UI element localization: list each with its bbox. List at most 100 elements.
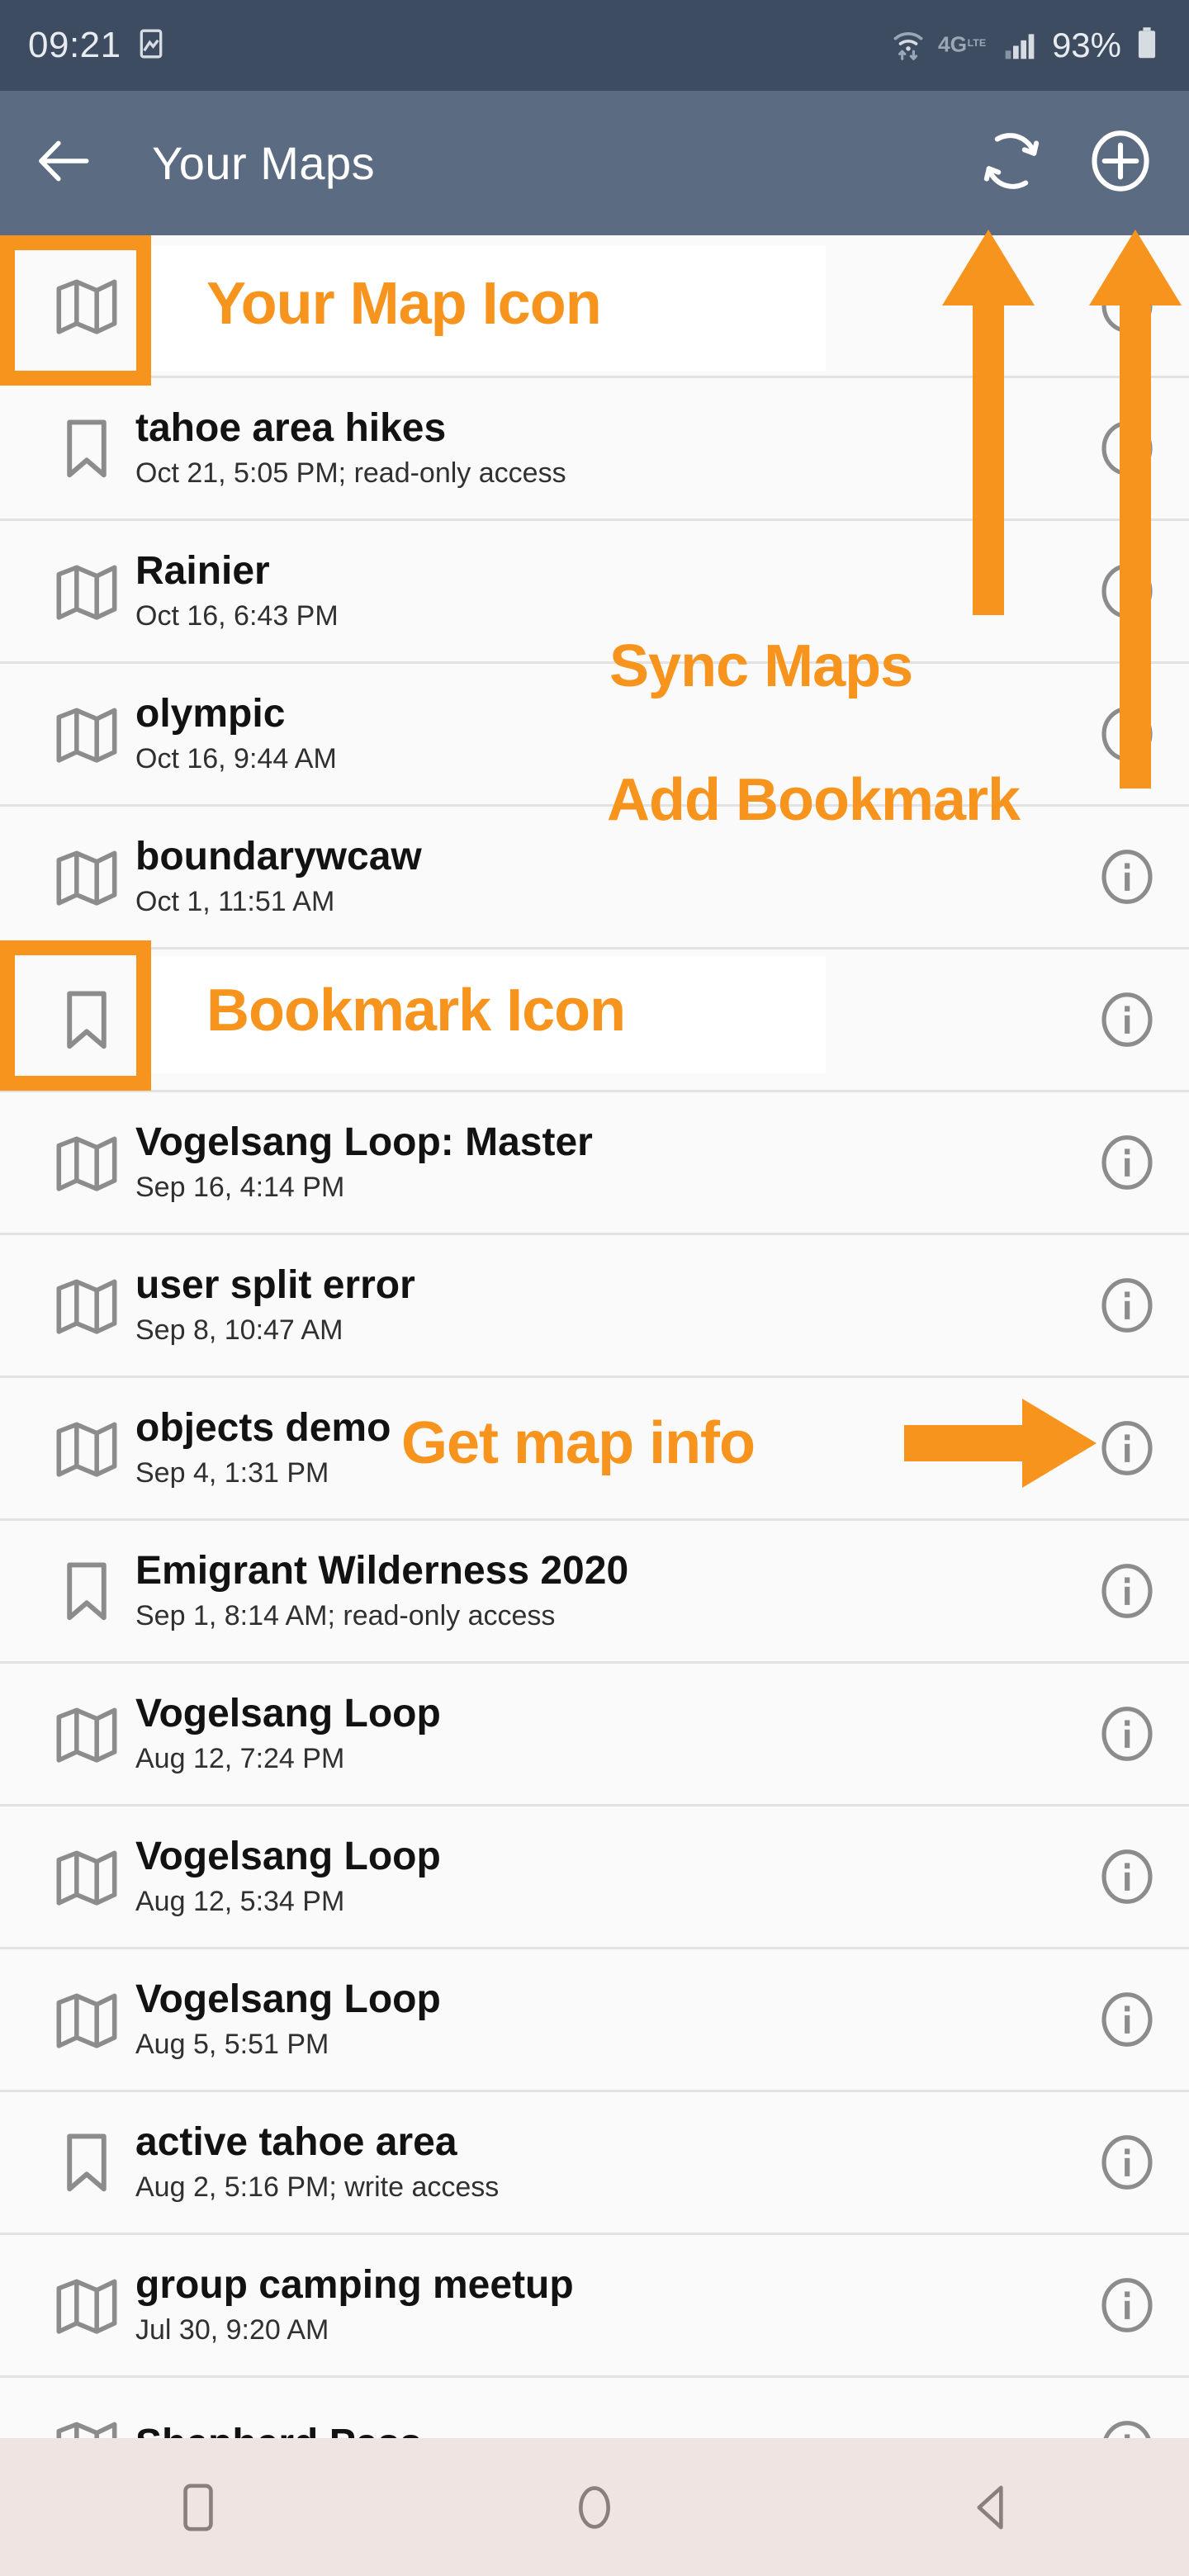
maps-list[interactable]: tahoe area hikes Oct 21, 5:05 PM; read-on… — [0, 235, 1189, 2521]
sync-icon[interactable] — [976, 125, 1047, 201]
map-icon — [51, 1984, 130, 2055]
list-item[interactable]: Vogelsang Loop Aug 12, 7:24 PM — [0, 1664, 1189, 1807]
list-item-text: Rainier Oct 16, 6:43 PM — [130, 550, 1065, 633]
map-icon — [51, 556, 130, 627]
list-item-subtitle: Sep 16, 4:14 PM — [135, 1172, 345, 1204]
list-item-text: Vogelsang Loop Aug 12, 5:34 PM — [130, 1835, 1065, 1919]
info-icon[interactable] — [1065, 2130, 1189, 2195]
list-item-text: Vogelsang Loop: Master Sep 16, 4:14 PM — [130, 1121, 1065, 1205]
system-nav-bar — [0, 2438, 1189, 2576]
list-item-subtitle: Aug 5, 5:51 PM — [135, 2029, 329, 2061]
page-title: Your Maps — [152, 137, 376, 189]
back-triangle-icon[interactable] — [917, 2462, 1065, 2553]
status-time: 09:21 — [28, 25, 121, 65]
info-icon[interactable] — [1065, 1987, 1189, 2052]
list-item-text: objects demo Sep 4, 1:31 PM — [130, 1407, 1065, 1490]
list-item[interactable]: tahoe area hikes Oct 21, 5:05 PM; read-on… — [0, 378, 1189, 521]
info-icon[interactable] — [1065, 273, 1189, 338]
list-item-subtitle: Sep 4, 1:31 PM — [135, 1457, 329, 1489]
info-icon[interactable] — [1065, 559, 1189, 623]
image-icon — [135, 27, 168, 64]
info-icon[interactable] — [1065, 1416, 1189, 1480]
list-item-title: Emigrant Wilderness 2020 — [135, 1549, 629, 1593]
list-item-text: boundarywcaw Oct 1, 11:51 AM — [130, 836, 1065, 919]
list-item-subtitle: Sep 8, 10:47 AM — [135, 1314, 343, 1347]
list-item[interactable]: Vogelsang Loop: Master Sep 16, 4:14 PM — [0, 1092, 1189, 1235]
app-bar-actions — [976, 125, 1156, 201]
wifi-icon — [890, 26, 926, 66]
list-item[interactable] — [0, 949, 1189, 1092]
info-icon[interactable] — [1065, 845, 1189, 909]
list-item-title: Vogelsang Loop — [135, 1692, 441, 1735]
battery-icon — [1133, 26, 1161, 66]
list-item-title: Vogelsang Loop — [135, 1835, 441, 1878]
list-item[interactable]: objects demo Sep 4, 1:31 PM — [0, 1378, 1189, 1521]
back-arrow-icon[interactable] — [33, 130, 94, 196]
list-item-title: Vogelsang Loop: Master — [135, 1120, 593, 1164]
status-bar: 09:21 4G LTE 93% — [0, 0, 1189, 91]
list-item[interactable]: group camping meetup Jul 30, 9:20 AM — [0, 2235, 1189, 2378]
info-icon[interactable] — [1065, 416, 1189, 481]
svg-text:LTE: LTE — [968, 37, 986, 49]
list-item-text: Vogelsang Loop Aug 5, 5:51 PM — [130, 1978, 1065, 2062]
bookmark-icon — [51, 984, 130, 1055]
info-icon[interactable] — [1065, 1844, 1189, 1909]
info-icon[interactable] — [1065, 1702, 1189, 1766]
map-icon — [51, 841, 130, 912]
list-item-title: objects demo — [135, 1406, 391, 1450]
list-item-subtitle: Oct 21, 5:05 PM; read-only access — [135, 457, 566, 490]
list-item-text — [130, 1016, 1065, 1024]
list-item-subtitle: Aug 12, 5:34 PM — [135, 1886, 345, 1918]
svg-text:4G: 4G — [938, 31, 967, 56]
recents-square-icon[interactable] — [124, 2462, 272, 2553]
map-icon — [51, 1127, 130, 1198]
map-icon — [51, 270, 130, 341]
home-circle-icon[interactable] — [520, 2462, 669, 2553]
list-item-subtitle: Aug 12, 7:24 PM — [135, 1743, 345, 1775]
info-icon[interactable] — [1065, 702, 1189, 766]
info-icon[interactable] — [1065, 1559, 1189, 1623]
list-item-title: Rainier — [135, 549, 270, 593]
info-icon[interactable] — [1065, 2273, 1189, 2337]
list-item-subtitle: Jul 30, 9:20 AM — [135, 2314, 329, 2346]
list-item-text — [130, 301, 1065, 310]
list-item-title: Vogelsang Loop — [135, 1977, 441, 2021]
list-item[interactable]: Vogelsang Loop Aug 5, 5:51 PM — [0, 1949, 1189, 2092]
info-icon[interactable] — [1065, 1273, 1189, 1338]
info-icon[interactable] — [1065, 987, 1189, 1052]
list-item[interactable]: olympic Oct 16, 9:44 AM — [0, 664, 1189, 807]
list-item-text: olympic Oct 16, 9:44 AM — [130, 693, 1065, 776]
list-item-text: user split error Sep 8, 10:47 AM — [130, 1264, 1065, 1347]
map-icon — [51, 2270, 130, 2341]
bookmark-icon — [51, 2127, 130, 2198]
add-bookmark-icon[interactable] — [1085, 125, 1156, 201]
network-4glte-icon: 4G LTE — [938, 27, 989, 64]
list-item-title: tahoe area hikes — [135, 406, 447, 450]
list-item[interactable]: active tahoe area Aug 2, 5:16 PM; write a… — [0, 2092, 1189, 2235]
list-item-subtitle: Oct 16, 6:43 PM — [135, 600, 339, 632]
list-item-title: olympic — [135, 692, 286, 736]
info-icon[interactable] — [1065, 1130, 1189, 1195]
list-item-text: Emigrant Wilderness 2020 Sep 1, 8:14 AM; … — [130, 1550, 1065, 1633]
list-item[interactable]: Emigrant Wilderness 2020 Sep 1, 8:14 AM; … — [0, 1521, 1189, 1664]
status-bar-left: 09:21 — [28, 25, 168, 66]
list-item-title: group camping meetup — [135, 2263, 574, 2307]
list-item[interactable]: Vogelsang Loop Aug 12, 5:34 PM — [0, 1807, 1189, 1949]
list-item-title: boundarywcaw — [135, 835, 422, 878]
list-item[interactable] — [0, 235, 1189, 378]
map-icon — [51, 698, 130, 769]
map-icon — [51, 1698, 130, 1769]
list-item-text: Vogelsang Loop Aug 12, 7:24 PM — [130, 1693, 1065, 1776]
list-item-title: user split error — [135, 1263, 415, 1307]
list-item[interactable]: boundarywcaw Oct 1, 11:51 AM — [0, 807, 1189, 949]
map-icon — [51, 1270, 130, 1341]
list-item-subtitle: Oct 16, 9:44 AM — [135, 743, 337, 775]
signal-bars-icon — [1001, 27, 1040, 64]
list-item-subtitle: Aug 2, 5:16 PM; write access — [135, 2171, 500, 2204]
list-item-title: active tahoe area — [135, 2120, 457, 2164]
list-item[interactable]: user split error Sep 8, 10:47 AM — [0, 1235, 1189, 1378]
list-item-subtitle: Sep 1, 8:14 AM; read-only access — [135, 1600, 556, 1632]
battery-percent: 93% — [1051, 26, 1121, 64]
list-item[interactable]: Rainier Oct 16, 6:43 PM — [0, 521, 1189, 664]
bookmark-icon — [51, 1556, 130, 1627]
